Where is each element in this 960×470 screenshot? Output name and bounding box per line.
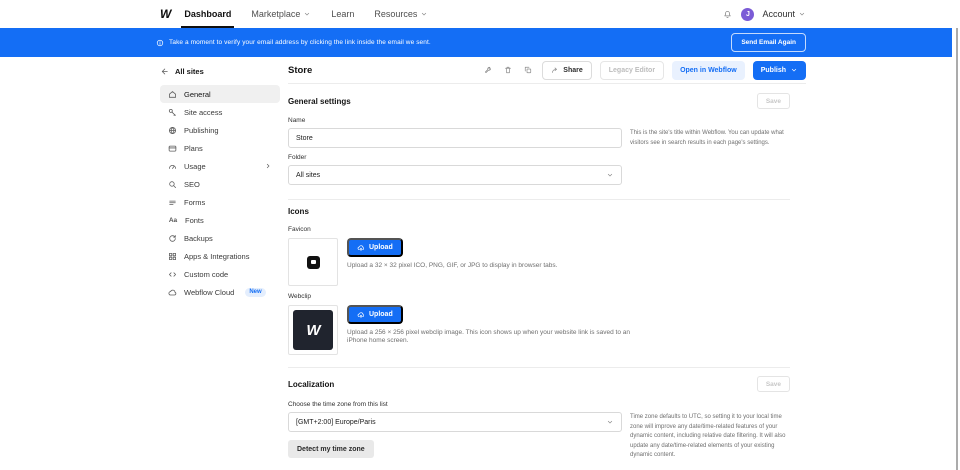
folder-label: Folder	[288, 154, 806, 161]
divider	[288, 199, 790, 200]
globe-icon	[168, 126, 177, 135]
new-badge: New	[245, 288, 265, 297]
chevron-right-icon	[264, 162, 272, 170]
localization-save-button[interactable]: Save	[757, 376, 790, 392]
scrollbar[interactable]	[956, 0, 958, 470]
sidebar-item-webflow-cloud[interactable]: Webflow Cloud New	[160, 283, 280, 301]
wrench-icon[interactable]	[482, 64, 494, 76]
account-menu[interactable]: Account	[762, 9, 806, 19]
sidebar-item-publishing[interactable]: Publishing	[160, 121, 280, 139]
name-help-text: This is the site's title within Webflow.…	[630, 128, 790, 148]
favicon-default-icon	[307, 256, 320, 269]
back-to-all-sites[interactable]: All sites	[160, 64, 280, 78]
email-verification-banner: Take a moment to verify your email addre…	[0, 28, 952, 57]
icons-section: Icons Favicon Upload Upload a 32 × 32 pi…	[288, 207, 806, 368]
webflow-logo-icon[interactable]: W	[160, 7, 170, 21]
upload-cloud-icon	[357, 244, 365, 252]
primary-nav: Dashboard Marketplace Learn Resources	[184, 0, 428, 28]
gauge-icon	[168, 162, 177, 171]
timezone-label: Choose the time zone from this list	[288, 401, 806, 408]
sidebar-item-usage[interactable]: Usage	[160, 157, 280, 175]
nav-item-marketplace[interactable]: Marketplace	[251, 0, 311, 28]
webclip-upload-button[interactable]: Upload	[347, 305, 403, 324]
banner-message: Take a moment to verify your email addre…	[169, 39, 431, 46]
chevron-down-icon	[790, 66, 798, 74]
arrow-left-icon	[160, 67, 169, 76]
name-label: Name	[288, 117, 806, 124]
nav-item-dashboard[interactable]: Dashboard	[184, 0, 231, 28]
share-button[interactable]: Share	[542, 61, 591, 80]
nav-item-resources[interactable]: Resources	[374, 0, 428, 28]
favicon-label: Favicon	[288, 226, 806, 233]
detect-timezone-button[interactable]: Detect my time zone	[288, 440, 374, 458]
cloud-icon	[168, 288, 177, 297]
duplicate-icon[interactable]	[522, 64, 534, 76]
settings-main-panel: Store Share Legacy Editor	[288, 57, 806, 461]
legacy-editor-button[interactable]: Legacy Editor	[600, 61, 664, 80]
open-in-webflow-button[interactable]: Open in Webflow	[672, 61, 745, 80]
avatar[interactable]: J	[741, 8, 754, 21]
webclip-label: Webclip	[288, 293, 806, 300]
localization-section: Localization Save Choose the time zone f…	[288, 376, 806, 461]
webflow-site-settings-page: W Dashboard Marketplace Learn Resources	[0, 0, 960, 470]
code-icon	[168, 270, 177, 279]
sidebar-item-site-access[interactable]: Site access	[160, 103, 280, 121]
chevron-down-icon	[303, 10, 311, 18]
settings-sidebar: All sites General Site access Publishing…	[160, 57, 280, 301]
publish-button[interactable]: Publish	[753, 61, 806, 80]
sidebar-item-plans[interactable]: Plans	[160, 139, 280, 157]
webclip-help-text: Upload a 256 × 256 pixel webclip image. …	[347, 329, 637, 345]
sidebar-item-fonts[interactable]: Aa Fonts	[160, 211, 280, 229]
webflow-w-logo-icon: W	[293, 310, 333, 350]
chevron-down-icon	[798, 10, 806, 18]
key-icon	[168, 108, 177, 117]
fonts-icon: Aa	[168, 217, 178, 224]
general-save-button[interactable]: Save	[757, 93, 790, 109]
chevron-down-icon	[420, 10, 428, 18]
site-header: Store Share Legacy Editor	[288, 57, 806, 84]
forms-icon	[168, 198, 177, 207]
localization-heading: Localization	[288, 380, 334, 389]
folder-select[interactable]: All sites	[288, 165, 622, 185]
notifications-bell-icon[interactable]	[721, 8, 733, 20]
timezone-help-text: Time zone defaults to UTC, so setting it…	[630, 412, 790, 461]
sidebar-item-custom-code[interactable]: Custom code	[160, 265, 280, 283]
favicon-help-text: Upload a 32 × 32 pixel ICO, PNG, GIF, or…	[347, 262, 557, 270]
webclip-preview: W	[288, 305, 338, 355]
chevron-down-icon	[606, 171, 614, 179]
apps-grid-icon	[168, 252, 177, 261]
search-icon	[168, 180, 177, 189]
favicon-upload-button[interactable]: Upload	[347, 238, 403, 257]
icons-heading: Icons	[288, 207, 806, 216]
site-name-input[interactable]	[288, 128, 622, 148]
sidebar-item-forms[interactable]: Forms	[160, 193, 280, 211]
top-navigation-bar: W Dashboard Marketplace Learn Resources	[0, 0, 960, 28]
timezone-select[interactable]: [GMT+2:00] Europe/Paris	[288, 412, 622, 432]
divider	[288, 367, 790, 368]
favicon-preview	[288, 238, 338, 286]
general-settings-section: General settings Save Name This is the s…	[288, 93, 806, 200]
info-icon	[156, 39, 164, 47]
site-name-title: Store	[288, 65, 312, 76]
upload-cloud-icon	[357, 311, 365, 319]
chevron-down-icon	[606, 418, 614, 426]
general-settings-heading: General settings	[288, 97, 351, 106]
plans-card-icon	[168, 144, 177, 153]
trash-icon[interactable]	[502, 64, 514, 76]
sidebar-item-seo[interactable]: SEO	[160, 175, 280, 193]
sidebar-item-general[interactable]: General	[160, 85, 280, 103]
home-icon	[168, 90, 177, 99]
nav-item-learn[interactable]: Learn	[331, 0, 354, 28]
share-arrow-icon	[551, 66, 559, 74]
sidebar-item-backups[interactable]: Backups	[160, 229, 280, 247]
sidebar-item-apps-integrations[interactable]: Apps & Integrations	[160, 247, 280, 265]
send-email-again-button[interactable]: Send Email Again	[731, 33, 806, 52]
history-icon	[168, 234, 177, 243]
